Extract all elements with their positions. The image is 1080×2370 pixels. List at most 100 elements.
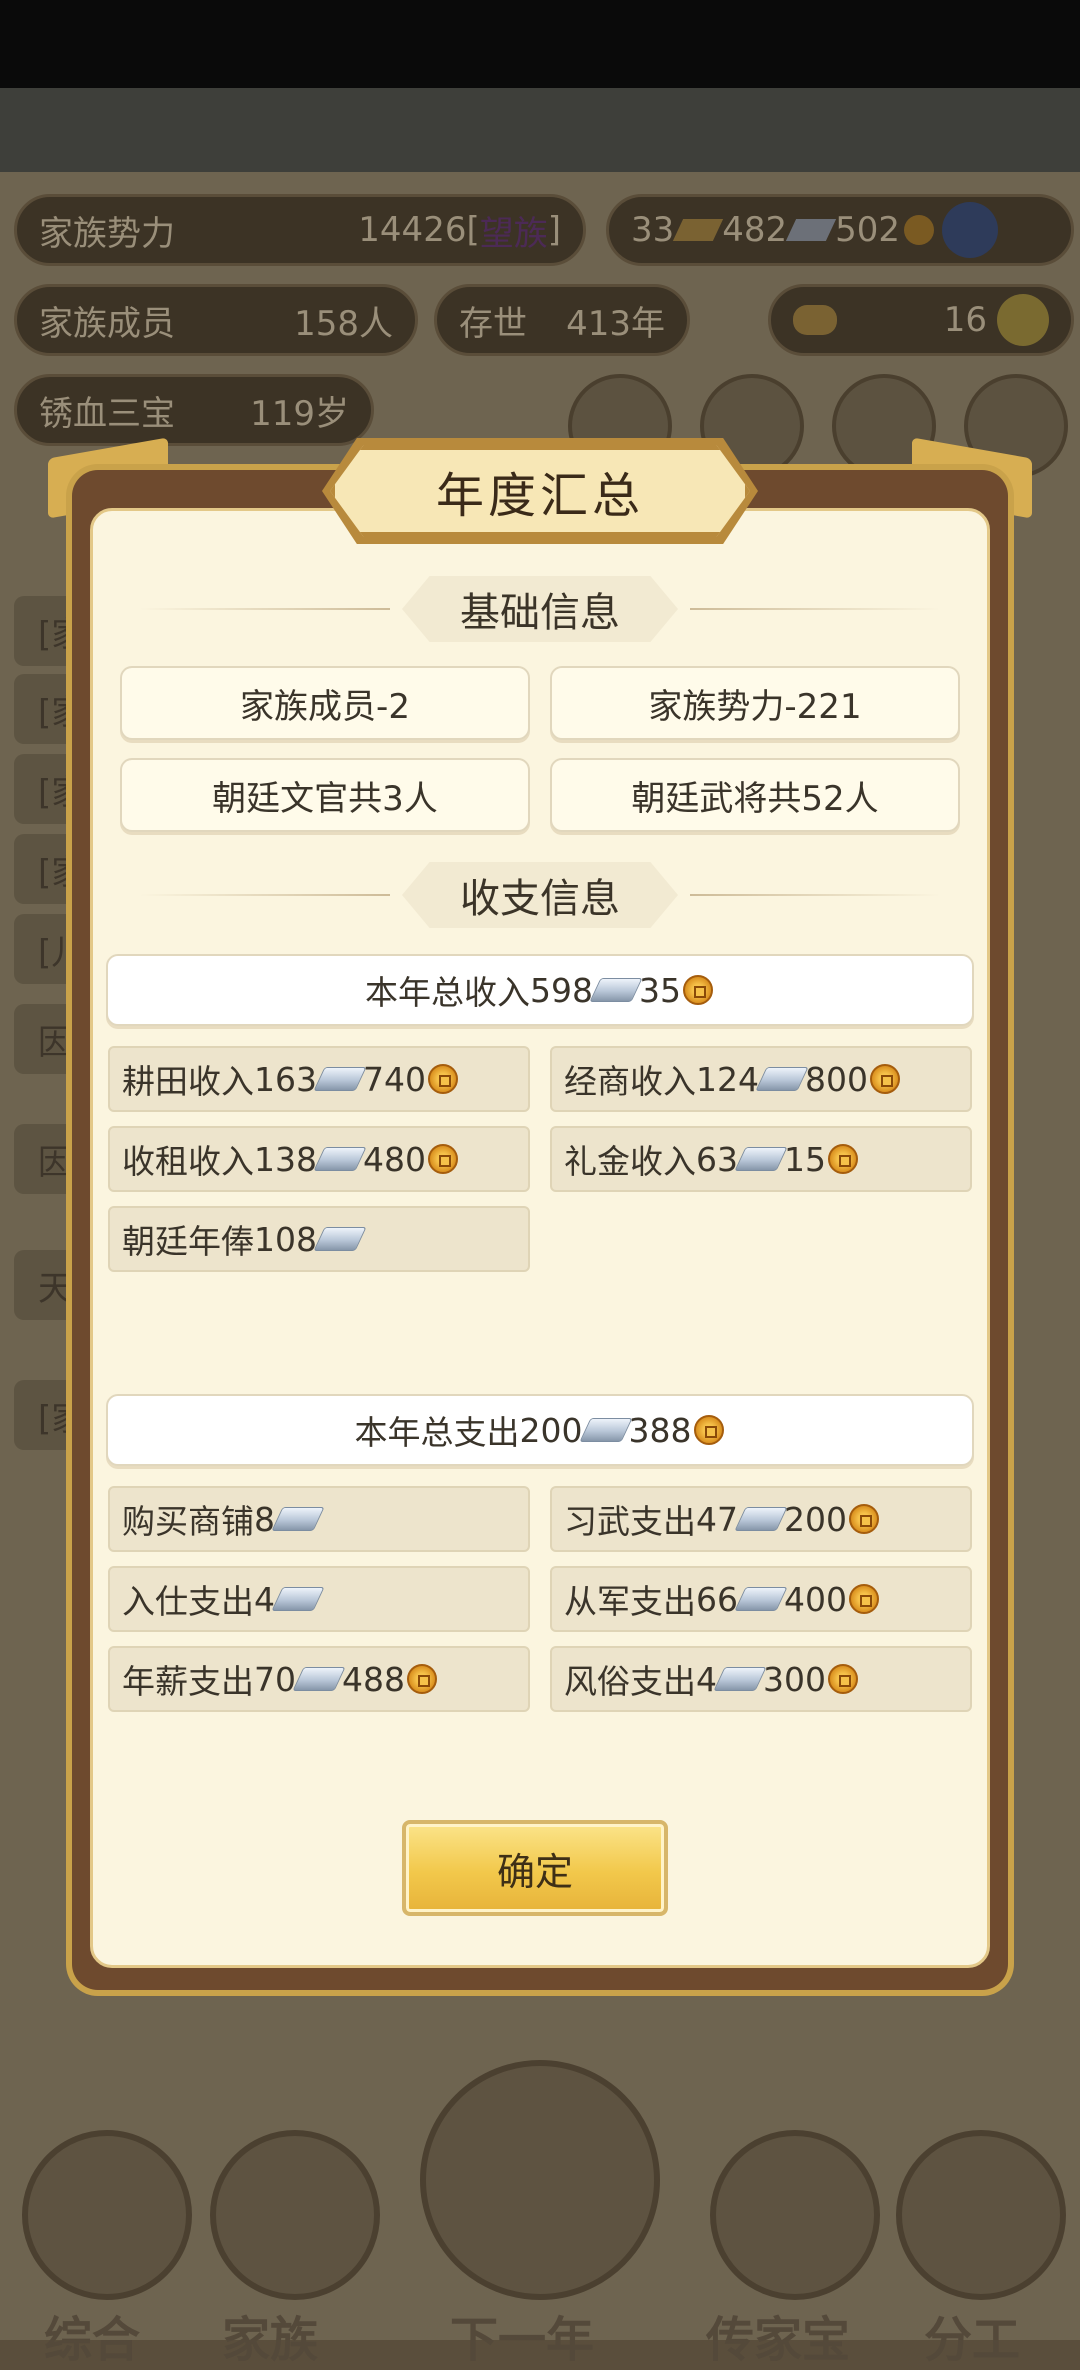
help-icon[interactable] <box>942 202 999 258</box>
expense-item-copper: 200 <box>784 1499 847 1539</box>
treasure-label: 锈血三宝 <box>39 393 175 434</box>
ingot-pill: 16 <box>768 284 1074 356</box>
nav-overview-button[interactable] <box>22 2130 192 2300</box>
basic-info-civil-officials: 朝廷文官共3人 <box>120 758 530 832</box>
basic-info-title: 基础信息 <box>402 576 678 642</box>
income-item-copper: 480 <box>363 1139 426 1179</box>
dialog-title: 年度汇总 <box>435 468 644 524</box>
treasure-pill: 锈血三宝 119岁 <box>14 374 374 446</box>
basic-info-power: 家族势力-221 <box>550 666 960 740</box>
nav-heirloom-label: 传家宝 <box>706 2312 851 2368</box>
income-item-silver: 124 <box>696 1059 759 1099</box>
finance-info-title: 收支信息 <box>402 862 678 928</box>
family-power-pill: 家族势力 14426 [ 望族 ] <box>14 194 586 266</box>
expense-item-silver: 4 <box>696 1659 717 1699</box>
ingot-count: 16 <box>943 300 987 340</box>
income-item: 礼金收入 63 15 <box>550 1126 972 1192</box>
members-value: 158人 <box>294 303 393 344</box>
silver-bar-icon <box>313 1147 367 1171</box>
coin-icon <box>428 1064 458 1094</box>
gold-amount: 33 <box>631 210 675 250</box>
expense-item-label: 年薪支出 <box>122 1662 254 1701</box>
nav-heirloom-button[interactable] <box>710 2130 880 2300</box>
income-item-copper: 740 <box>363 1059 426 1099</box>
coin-icon <box>904 215 935 245</box>
expense-item-copper: 300 <box>763 1659 826 1699</box>
exist-label: 存世 <box>459 303 527 344</box>
silver-bar-icon <box>271 1587 325 1611</box>
exist-pill: 存世 413年 <box>434 284 690 356</box>
expense-item-silver: 8 <box>254 1499 275 1539</box>
expense-item: 习武支出 47 200 <box>550 1486 972 1552</box>
family-power-bracket-open: [ <box>466 210 480 250</box>
treasure-age: 119岁 <box>250 393 349 434</box>
nav-next-year-button[interactable] <box>420 2060 660 2300</box>
silver-bar-icon <box>271 1507 325 1531</box>
coin-icon <box>849 1504 879 1534</box>
silver-amount: 482 <box>722 210 788 250</box>
title-plate: 年度汇总 <box>330 445 750 537</box>
income-item: 耕田收入 163 740 <box>108 1046 530 1112</box>
silver-bar-icon <box>734 1507 788 1531</box>
income-item-copper: 15 <box>784 1139 826 1179</box>
coin-icon <box>828 1144 858 1174</box>
silver-bar-icon <box>313 1067 367 1091</box>
expense-total-copper: 388 <box>628 1410 692 1450</box>
family-power-bracket-close: ] <box>547 210 561 250</box>
coin-icon <box>428 1144 458 1174</box>
income-total-label: 本年总收入 <box>365 973 530 1012</box>
expense-item: 年薪支出 70 488 <box>108 1646 530 1712</box>
income-item-label: 朝廷年俸 <box>122 1222 254 1261</box>
expense-item: 风俗支出 4 300 <box>550 1646 972 1712</box>
copper-amount: 502 <box>835 210 901 250</box>
confirm-button[interactable]: 确定 <box>402 1820 668 1916</box>
currency-pill: 33 482 502 <box>606 194 1074 266</box>
gold-bar-icon <box>673 219 724 241</box>
expense-item-silver: 66 <box>696 1579 738 1619</box>
ingot-icon <box>793 305 837 335</box>
family-rank: 望族 <box>479 213 548 254</box>
coin-icon <box>828 1664 858 1694</box>
expense-item: 从军支出 66 400 <box>550 1566 972 1632</box>
income-item: 经商收入 124 800 <box>550 1046 972 1112</box>
income-item-label: 礼金收入 <box>564 1142 696 1181</box>
income-item-silver: 138 <box>254 1139 317 1179</box>
members-label: 家族成员 <box>39 303 175 344</box>
nav-overview-label: 综合 <box>44 2312 141 2368</box>
income-item-label: 收租收入 <box>122 1142 254 1181</box>
silver-bar-icon <box>578 1418 633 1442</box>
silver-bar-icon <box>786 219 837 241</box>
silver-bar-icon <box>313 1227 367 1251</box>
add-icon[interactable] <box>997 294 1049 346</box>
income-item-label: 耕田收入 <box>122 1062 254 1101</box>
income-item: 收租收入 138 480 <box>108 1126 530 1192</box>
income-total-copper: 35 <box>639 970 681 1010</box>
expense-item-label: 习武支出 <box>564 1502 696 1541</box>
exist-value: 413年 <box>566 303 665 344</box>
basic-info-header: 基础信息 <box>140 576 940 642</box>
silver-bar-icon <box>755 1067 809 1091</box>
expense-item-label: 风俗支出 <box>564 1662 696 1701</box>
nav-family-button[interactable] <box>210 2130 380 2300</box>
family-power-value: 14426 <box>358 210 467 250</box>
nav-division-button[interactable] <box>896 2130 1066 2300</box>
income-item-copper: 800 <box>805 1059 868 1099</box>
basic-info-members: 家族成员-2 <box>120 666 530 740</box>
expense-item-label: 入仕支出 <box>122 1582 254 1621</box>
app-bar <box>0 88 1080 172</box>
silver-bar-icon <box>734 1147 788 1171</box>
income-item-label: 经商收入 <box>564 1062 696 1101</box>
expense-item: 入仕支出 4 <box>108 1566 530 1632</box>
members-pill: 家族成员 158人 <box>14 284 418 356</box>
expense-item-silver: 4 <box>254 1579 275 1619</box>
expense-item: 购买商铺 8 <box>108 1486 530 1552</box>
bottom-nav: 综合 家族 下一年 传家宝 分工 <box>0 2060 1080 2368</box>
expense-item-label: 购买商铺 <box>122 1502 254 1541</box>
expense-total-bar: 本年总支出 200 388 <box>106 1394 974 1466</box>
status-bar <box>0 0 1080 88</box>
coin-icon <box>407 1664 437 1694</box>
silver-bar-icon <box>589 978 643 1002</box>
basic-info-military-generals: 朝廷武将共52人 <box>550 758 960 832</box>
coin-icon <box>693 1415 724 1445</box>
expense-total-silver: 200 <box>519 1410 583 1450</box>
